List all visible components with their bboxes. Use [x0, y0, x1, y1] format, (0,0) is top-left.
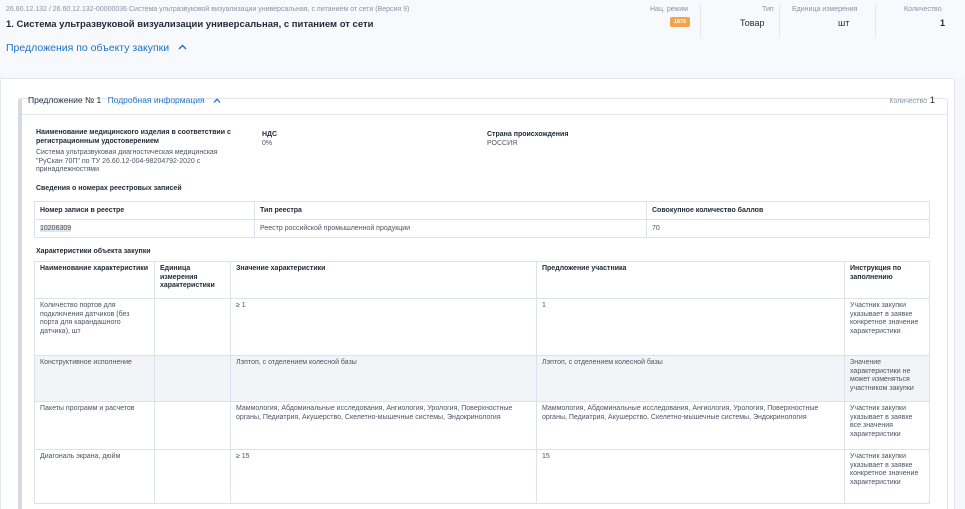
char-unit: [154, 401, 231, 450]
registry-table: Номер записи в реестре Тип реестра Совок…: [34, 201, 930, 238]
table-row: Пакеты программ и расчетов Маммология, А…: [34, 401, 930, 450]
vat-value: 0%: [262, 140, 273, 147]
char-instruction: Участник закупки указывает в заявке конк…: [844, 298, 930, 356]
column-header: Наименование характеристики: [34, 261, 155, 299]
country-value: РОССИЯ: [487, 140, 518, 147]
table-header-row: Номер записи в реестре Тип реестра Совок…: [34, 201, 930, 220]
unit-value: шт: [838, 18, 850, 28]
registry-section-title: Сведения о номерах реестровых записей: [36, 185, 182, 192]
registry-number-cell: 10206309: [34, 219, 255, 238]
char-unit: [154, 298, 231, 356]
char-instruction: Значение характеристики не может изменят…: [844, 355, 930, 402]
scrollbar[interactable]: [955, 78, 965, 509]
table-row: 10206309 Реестр российской промышленной …: [34, 219, 930, 238]
char-unit: [154, 449, 231, 504]
characteristics-section-title: Характеристики объекта закупки: [36, 248, 151, 255]
column-header: Инструкция по заполнению: [844, 261, 930, 299]
table-row: Количество портов для подключения датчик…: [34, 298, 930, 356]
char-offer: Маммология, Абдоминальные исследования, …: [536, 401, 845, 450]
char-name: Диагональ экрана, дюйм: [34, 449, 155, 504]
card-divider: [22, 114, 948, 115]
table-row: Диагональ экрана, дюйм ≥ 15 15 Участник …: [34, 449, 930, 504]
qty-value: 1: [940, 18, 946, 28]
qty-label: Количество: [904, 6, 942, 13]
char-instruction: Участник закупки указывает в заявке конк…: [844, 449, 930, 504]
meta-divider: [779, 4, 780, 38]
column-header: Тип реестра: [254, 201, 647, 220]
registry-score-cell: 70: [646, 219, 930, 238]
offer-details-label: Подробная информация: [107, 95, 205, 105]
offers-link-label: Предложения по объекту закупки: [6, 42, 170, 54]
nat-regime-badge: 1875: [670, 17, 690, 27]
offer-qty-label: Количество: [889, 98, 927, 105]
column-header: Единица измерения характеристики: [154, 261, 231, 299]
char-name: Конструктивное исполнение: [34, 355, 155, 402]
characteristics-table: Наименование характеристики Единица изме…: [34, 261, 930, 504]
item-title: 1. Система ультразвуковой визуализации у…: [6, 19, 374, 30]
offers-toggle-link[interactable]: Предложения по объекту закупки: [6, 41, 187, 54]
table-header-row: Наименование характеристики Единица изме…: [34, 261, 930, 299]
offer-title: Предложение № 1: [28, 95, 102, 105]
chevron-up-icon: [213, 95, 221, 105]
char-offer: 1: [536, 298, 845, 356]
column-header: Номер записи в реестре: [34, 201, 255, 220]
registry-number: 10206309: [40, 225, 72, 232]
breadcrumb: 26.60.12.132 / 26.60.12.132-00000036 Сис…: [6, 6, 410, 13]
char-name: Пакеты программ и расчетов: [34, 401, 155, 450]
device-name-label: Наименование медицинского изделия в соот…: [36, 129, 231, 145]
char-unit: [154, 355, 231, 402]
meta-divider: [875, 4, 876, 38]
offer-qty-value: 1: [929, 95, 935, 105]
char-name: Количество портов для подключения датчик…: [34, 298, 155, 356]
char-instruction: Участник закупки указывает в заявке все …: [844, 401, 930, 450]
device-name-value: Система ультразвуковая диагностическая м…: [36, 149, 218, 173]
char-value: Лэптоп, с отделением колесной базы: [230, 355, 537, 402]
offer-header: Предложение № 1 Подробная информация: [28, 95, 221, 105]
unit-label: Единица измерения: [792, 6, 858, 13]
type-label: Тип: [762, 6, 774, 13]
char-offer: 15: [536, 449, 845, 504]
offer-details-link[interactable]: Подробная информация: [108, 95, 221, 105]
registry-type-cell: Реестр российской промышленной продукции: [254, 219, 647, 238]
char-value: Маммология, Абдоминальные исследования, …: [230, 401, 537, 450]
column-header: Значение характеристики: [230, 261, 537, 299]
table-row: Конструктивное исполнение Лэптоп, с отде…: [34, 355, 930, 402]
char-value: ≥ 1: [230, 298, 537, 356]
chevron-up-icon: [178, 41, 187, 53]
type-value: Товар: [740, 18, 765, 28]
char-value: ≥ 15: [230, 449, 537, 504]
column-header: Совокупное количество баллов: [646, 201, 930, 220]
country-label: Страна происхождения: [487, 131, 569, 138]
meta-divider: [700, 4, 701, 38]
vat-label: НДС: [262, 131, 278, 138]
column-header: Предложение участника: [536, 261, 845, 299]
char-offer: Лэптоп, с отделением колесной базы: [536, 355, 845, 402]
offer-quantity: Количество 1: [889, 95, 935, 105]
nat-regime-label: Нац. режим: [650, 6, 688, 13]
